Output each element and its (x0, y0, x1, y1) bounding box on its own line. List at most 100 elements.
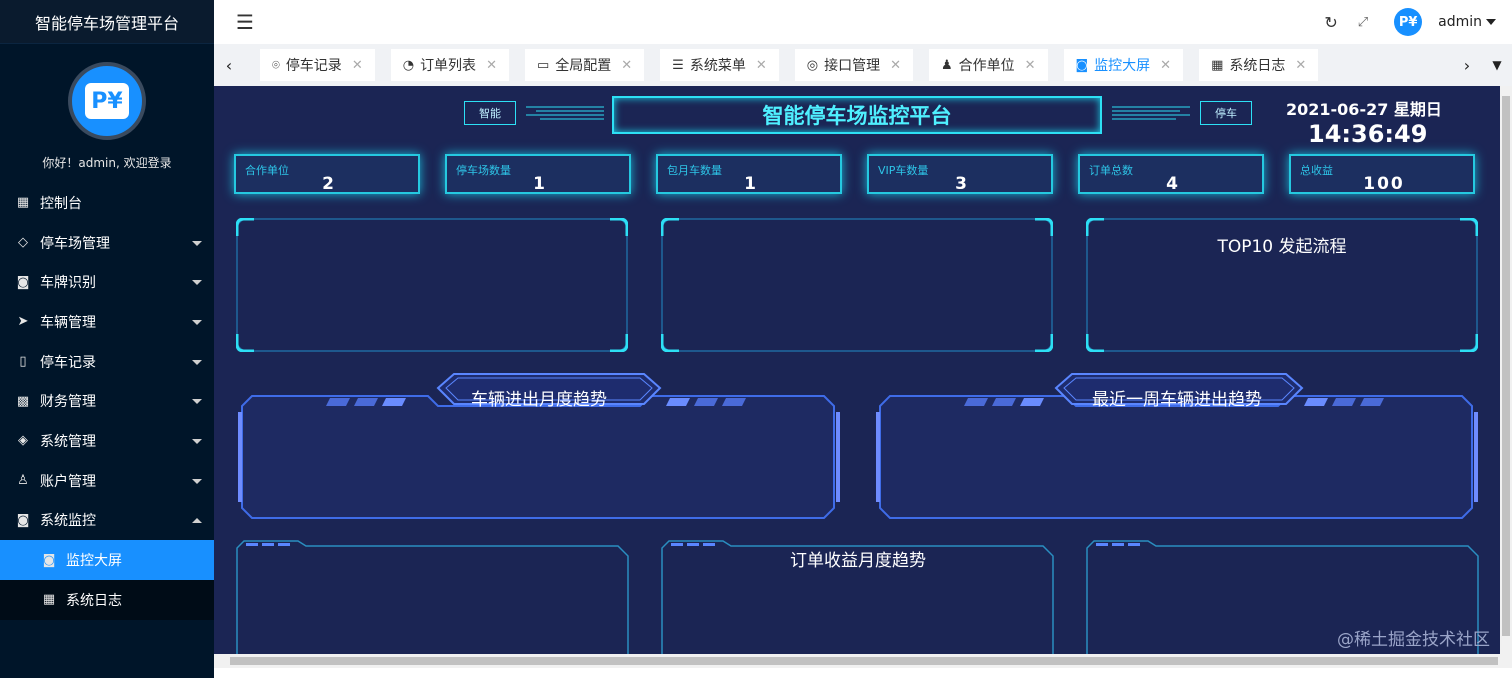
panel-bottom-left (236, 540, 629, 654)
api-icon: ◎ (806, 57, 819, 73)
chevron-down-icon (192, 359, 202, 365)
sidebar-item-accounts[interactable]: ♙ 账户管理 (0, 461, 214, 501)
layers-icon: ◈ (18, 433, 28, 449)
monitor-screen: 智能 智能停车场监控平台 停车 2021-06-27 星期日 14:36:49 … (214, 86, 1500, 654)
screen-title: 智能停车场监控平台 (612, 96, 1102, 134)
scrollbar-thumb[interactable] (230, 657, 1498, 665)
tab-api-management[interactable]: ◎ 接口管理 ✕ (794, 49, 913, 81)
sidebar-item-label: 车牌识别 (40, 275, 96, 292)
panel-top-left (236, 218, 628, 352)
tabs-scroll-right-icon[interactable]: › (1452, 44, 1482, 86)
sidebar-item-finance[interactable]: ▩ 财务管理 (0, 381, 214, 421)
sidebar-item-label: 停车记录 (40, 354, 96, 371)
camera-icon: ◙ (16, 512, 30, 528)
caret-down-icon[interactable] (1486, 19, 1496, 25)
sidebar-item-label: 控制台 (40, 195, 82, 212)
header-tag-right: 停车 (1200, 101, 1252, 125)
tab-partners[interactable]: ♟ 合作单位 ✕ (928, 49, 1048, 81)
stat-card: VIP车数量 3 (867, 154, 1053, 194)
chevron-down-icon (192, 399, 202, 405)
sidebar-item-parking-records[interactable]: ▯ 停车记录 (0, 342, 214, 382)
app-title: 智能停车场管理平台 (0, 0, 214, 44)
close-icon[interactable]: ✕ (1025, 58, 1036, 73)
scrollbar-thumb[interactable] (1502, 96, 1510, 636)
stat-value: 4 (1166, 174, 1180, 194)
panel-title-top10: TOP10 发起流程 (1217, 237, 1347, 257)
tab-global-config[interactable]: ▭ 全局配置 ✕ (524, 49, 645, 81)
fullscreen-icon[interactable]: ⤢ (1358, 15, 1368, 30)
close-icon[interactable]: ✕ (1160, 58, 1171, 73)
chevron-down-icon (192, 240, 202, 246)
mid-right-title: 最近一周车辆进出趋势 (1092, 390, 1262, 410)
user-avatar[interactable]: P¥ (1394, 8, 1423, 36)
sidebar-item-label: 车辆管理 (40, 314, 96, 331)
stat-card: 总收益 100 (1289, 154, 1475, 194)
greeting-text: 你好！admin, 欢迎登录 (42, 156, 172, 170)
stat-value: 1 (533, 174, 547, 194)
sidebar-item-system[interactable]: ◈ 系统管理 (0, 421, 214, 461)
tab-label: 接口管理 (824, 58, 881, 74)
tab-parking-records[interactable]: ⌾ 停车记录 ✕ (260, 49, 375, 81)
car-icon: ▭ (536, 57, 550, 73)
send-icon: ➤ (17, 314, 29, 330)
sidebar-item-monitoring[interactable]: ◙ 系统监控 (0, 501, 214, 541)
top-right-actions: ↻ ⤢ P¥ admin (1304, 0, 1496, 44)
person-icon: ♟ (940, 57, 953, 73)
sidebar: 智能停车场管理平台 P¥ 你好！admin, 欢迎登录 ▦ 控制台 ◇ 停车场管理 … (0, 0, 214, 678)
palette-icon: ◔ (402, 57, 415, 73)
stat-card: 合作单位 2 (234, 154, 420, 194)
sidebar-item-label: 系统管理 (40, 433, 96, 450)
username[interactable]: admin (1438, 14, 1482, 30)
tabs-dropdown-icon[interactable]: ▼ (1482, 44, 1512, 86)
sidebar-item-label: 账户管理 (40, 473, 96, 490)
sidebar-item-parking[interactable]: ◇ 停车场管理 (0, 223, 214, 263)
sidebar-item-dashboard[interactable]: ▦ 控制台 (0, 183, 214, 223)
tab-label: 监控大屏 (1094, 58, 1151, 74)
camera-icon: ◙ (42, 552, 56, 568)
top-bar: ☰ ↻ ⤢ P¥ admin (214, 0, 1512, 44)
chevron-down-icon (192, 438, 202, 444)
sidebar-item-monitor-screen[interactable]: ◙ 监控大屏 (0, 540, 214, 580)
sidebar-item-label: 监控大屏 (66, 553, 122, 570)
chevron-down-icon (192, 280, 202, 286)
panel-top-middle (661, 218, 1053, 352)
header-lines-right (1112, 106, 1190, 120)
close-icon[interactable]: ✕ (1295, 58, 1306, 73)
list-icon: ☰ (672, 57, 684, 73)
sidebar-item-label: 停车场管理 (40, 235, 110, 252)
location-icon: ⌾ (272, 57, 280, 73)
user-icon: ♙ (17, 473, 29, 489)
header-lines-left (526, 106, 604, 120)
close-icon[interactable]: ✕ (352, 58, 363, 73)
vertical-scrollbar[interactable] (1500, 86, 1512, 654)
horizontal-scrollbar[interactable] (214, 654, 1512, 668)
tab-order-list[interactable]: ◔ 订单列表 ✕ (390, 49, 509, 81)
tabs-scroll-left-icon[interactable]: ‹ (214, 44, 244, 86)
menu-fold-icon[interactable]: ☰ (236, 10, 254, 34)
tab-label: 系统日志 (1229, 58, 1286, 74)
sidebar-menu: ▦ 控制台 ◇ 停车场管理 ◙ 车牌识别 ➤ 车辆管理 ▯ 停车记录 ▩ 财务管理 ◈ 系统管… (0, 183, 214, 620)
close-icon[interactable]: ✕ (756, 58, 767, 73)
table-icon: ▦ (42, 592, 56, 608)
tab-bar: ‹ ⌾ 停车记录 ✕ ◔ 订单列表 ✕ ▭ 全局配置 ✕ ☰ 系统菜单 ✕ ◎ 接口管理 ✕ ♟ 合作… (214, 44, 1512, 86)
note-icon: ▯ (19, 354, 27, 370)
camera-icon: ◙ (1075, 57, 1089, 73)
tab-monitor-screen[interactable]: ◙ 监控大屏 ✕ (1063, 49, 1184, 81)
tab-system-menu[interactable]: ☰ 系统菜单 ✕ (660, 49, 779, 81)
close-icon[interactable]: ✕ (486, 58, 497, 73)
sidebar-item-plate-recognition[interactable]: ◙ 车牌识别 (0, 262, 214, 302)
bottom-strip (214, 668, 1512, 678)
parking-logo-icon: P¥ (85, 83, 129, 119)
tab-list: ⌾ 停车记录 ✕ ◔ 订单列表 ✕ ▭ 全局配置 ✕ ☰ 系统菜单 ✕ ◎ 接口管理 ✕ ♟ 合作单位… (244, 44, 1452, 86)
mid-left-title: 车辆进出月度趋势 (471, 390, 607, 410)
refresh-icon[interactable]: ↻ (1324, 13, 1337, 32)
avatar[interactable]: P¥ (68, 62, 146, 140)
tab-system-log[interactable]: ▦ 系统日志 ✕ (1199, 49, 1319, 81)
close-icon[interactable]: ✕ (890, 58, 901, 73)
close-icon[interactable]: ✕ (621, 58, 632, 73)
chevron-down-icon (192, 319, 202, 325)
sidebar-item-vehicles[interactable]: ➤ 车辆管理 (0, 302, 214, 342)
tab-label: 全局配置 (555, 58, 612, 74)
chevron-up-icon (192, 518, 202, 524)
sidebar-item-system-log[interactable]: ▦ 系统日志 (0, 580, 214, 620)
